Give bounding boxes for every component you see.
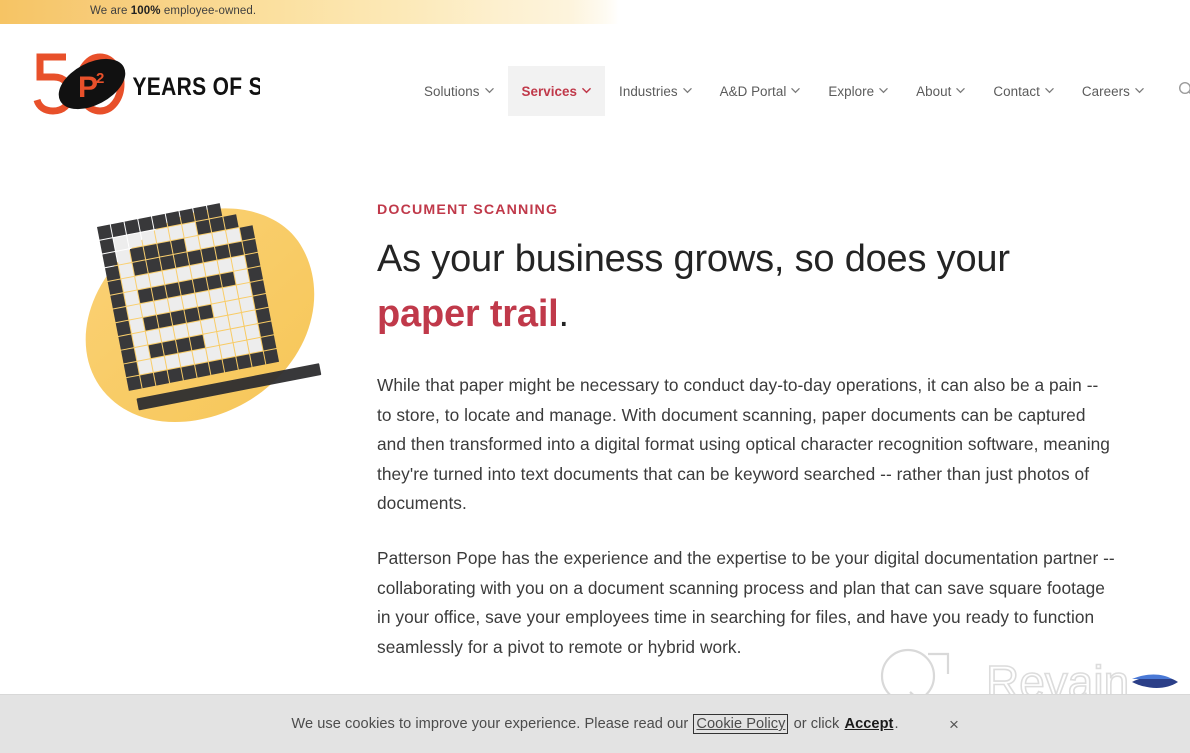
chevron-down-icon: [1045, 86, 1054, 95]
nav-item-contact[interactable]: Contact: [979, 66, 1068, 116]
site-header: P 2 YEARS OF STUFF Solutions Services In…: [0, 24, 1190, 142]
chevron-down-icon: [791, 86, 801, 95]
nav-item-explore[interactable]: Explore: [814, 66, 902, 116]
nav-item-solutions[interactable]: Solutions: [410, 66, 508, 116]
chevron-down-icon: [1135, 86, 1144, 95]
chevron-down-icon: [879, 86, 888, 95]
hero-illustration: [55, 187, 360, 477]
nav-label: A&D Portal: [719, 83, 787, 99]
cookie-accept-button[interactable]: Accept: [844, 716, 893, 732]
headline-line-1: As your business grows, so does your: [377, 238, 1010, 280]
chevron-down-icon: [956, 86, 966, 95]
chevron-down-icon: [484, 86, 494, 95]
nav-item-services[interactable]: Services: [507, 66, 606, 116]
announcement-text: We are 100% employee-owned.: [90, 5, 256, 17]
nav-label: Industries: [619, 83, 678, 99]
nav-label: Services: [521, 83, 578, 99]
nav-item-careers[interactable]: Careers: [1068, 66, 1158, 116]
nav-label: Explore: [828, 83, 875, 99]
announcement-bar: We are 100% employee-owned.: [0, 0, 1190, 24]
cookie-message-before: We use cookies to improve your experienc…: [291, 716, 693, 732]
svg-text:2: 2: [96, 70, 104, 87]
svg-text:P: P: [78, 71, 98, 104]
nav-label: About: [916, 83, 952, 99]
svg-text:YEARS OF STUFF: YEARS OF STUFF: [132, 72, 260, 100]
search-button[interactable]: [1170, 71, 1190, 111]
headline-accent: paper trail: [377, 292, 559, 335]
nav-item-industries[interactable]: Industries: [605, 66, 706, 116]
nav-item-about[interactable]: About: [902, 66, 979, 116]
pixel-document-graphic: [85, 203, 322, 423]
cookie-message-middle: or click: [789, 716, 844, 732]
hero-text-column: DOCUMENT SCANNING As your business grows…: [377, 202, 1117, 688]
announcement-prefix: We are: [90, 5, 131, 17]
chevron-down-icon: [682, 86, 692, 95]
close-icon[interactable]: ×: [943, 713, 965, 735]
chevron-down-icon: [582, 86, 591, 95]
logo-graphic: P 2 YEARS OF STUFF: [33, 53, 260, 115]
site-logo[interactable]: P 2 YEARS OF STUFF: [30, 50, 260, 118]
main-content: DOCUMENT SCANNING As your business grows…: [0, 142, 1190, 753]
announcement-suffix: employee-owned.: [160, 5, 257, 17]
nav-label: Careers: [1081, 83, 1130, 99]
announcement-emphasis: 100%: [130, 5, 161, 17]
search-icon: [1178, 81, 1190, 101]
nav-item-ad-portal[interactable]: A&D Portal: [706, 66, 815, 116]
nav-label: Solutions: [424, 83, 480, 99]
main-navigation: Solutions Services Industries A&D Portal…: [410, 66, 1190, 116]
nav-label: Contact: [993, 83, 1040, 99]
cookie-policy-link[interactable]: Cookie Policy: [693, 714, 789, 734]
body-paragraph-2: Patterson Pope has the experience and th…: [377, 548, 1115, 657]
body-paragraph-1: While that paper might be necessary to c…: [377, 375, 1110, 513]
page-eyebrow: DOCUMENT SCANNING: [377, 202, 559, 218]
headline-period: .: [558, 292, 570, 335]
cookie-message: We use cookies to improve your experienc…: [291, 714, 899, 734]
page-title: As your business grows, so does your pap…: [377, 232, 1117, 341]
cookie-message-after: .: [894, 716, 899, 732]
page-root: We are 100% employee-owned. P 2 YEARS OF…: [0, 0, 1190, 753]
cookie-banner: We use cookies to improve your experienc…: [0, 694, 1190, 753]
